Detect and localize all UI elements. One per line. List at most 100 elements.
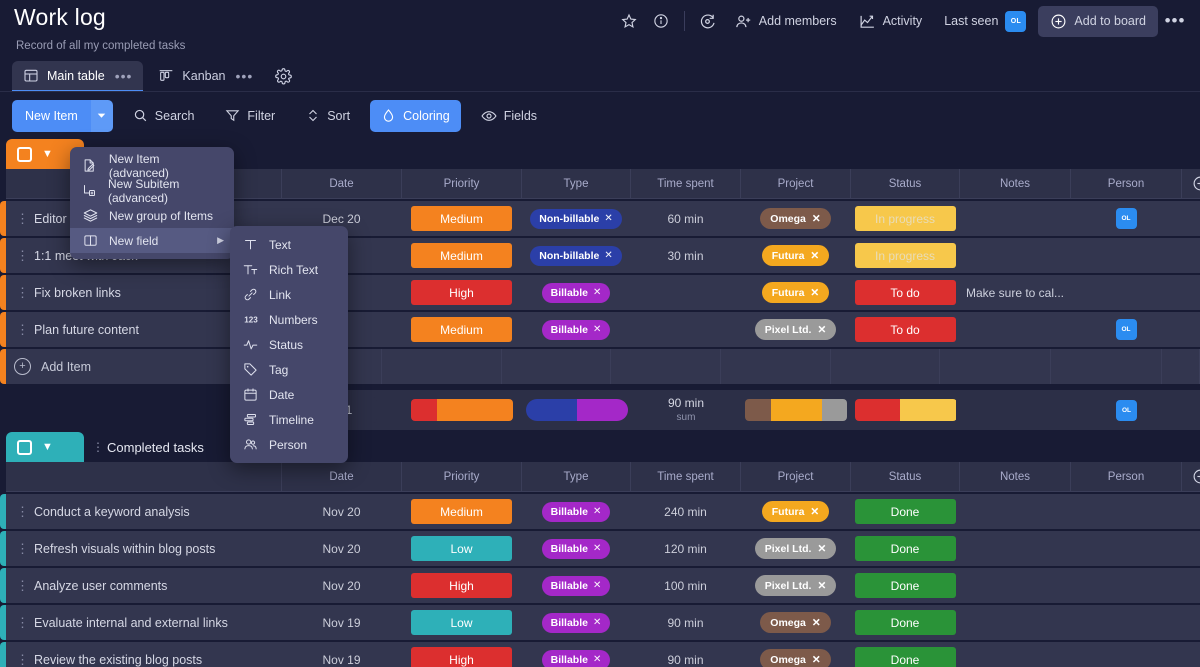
filter-button[interactable]: Filter xyxy=(214,100,286,132)
cell-priority[interactable]: Medium xyxy=(402,494,522,529)
cell-date[interactable]: Nov 20 xyxy=(282,494,402,529)
add-members-button[interactable]: Add members xyxy=(725,5,847,37)
column-header-notes[interactable]: Notes xyxy=(960,169,1071,199)
menu-item-text[interactable]: Text xyxy=(230,232,348,257)
remove-tag-icon[interactable]: ✕ xyxy=(593,654,601,665)
remove-tag-icon[interactable]: ✕ xyxy=(593,543,601,554)
new-item-dropdown-arrow-icon[interactable] xyxy=(90,99,113,132)
remove-tag-icon[interactable]: ✕ xyxy=(817,543,826,555)
cell-type[interactable]: Billable ✕ xyxy=(522,605,631,640)
cell-type[interactable]: Non-billable ✕ xyxy=(522,238,631,273)
cell-notes[interactable] xyxy=(960,531,1071,566)
search-button[interactable]: Search xyxy=(122,100,206,132)
column-header-date[interactable]: Date xyxy=(282,462,402,492)
row-menu-icon[interactable]: ⋮ xyxy=(16,505,29,518)
group-checkbox[interactable] xyxy=(17,146,32,162)
column-header-priority[interactable]: Priority xyxy=(402,462,522,492)
remove-tag-icon[interactable]: ✕ xyxy=(810,250,819,262)
menu-item-tag[interactable]: Tag xyxy=(230,357,348,382)
cell-date[interactable]: Nov 20 xyxy=(282,531,402,566)
cell-time-spent[interactable]: 240 min xyxy=(631,494,741,529)
cell-type[interactable]: Billable ✕ xyxy=(522,642,631,667)
summary-type[interactable] xyxy=(522,390,631,430)
table-row[interactable]: ⋮ Plan future content Medium Billable ✕ Pixel… xyxy=(0,312,1200,347)
summary-project[interactable] xyxy=(741,390,851,430)
tab-main-table-menu-icon[interactable]: ••• xyxy=(115,68,133,84)
cell-notes[interactable]: Make sure to cal... xyxy=(960,275,1071,310)
cell-status[interactable]: Done xyxy=(851,531,960,566)
remove-tag-icon[interactable]: ✕ xyxy=(593,324,601,335)
column-header-date[interactable]: Date xyxy=(282,169,402,199)
tab-main-table[interactable]: Main table ••• xyxy=(12,61,144,92)
new-item-button[interactable]: New Item xyxy=(12,99,91,132)
summary-time[interactable]: 90 min sum xyxy=(631,390,741,430)
table-row[interactable]: ⋮ Conduct a keyword analysis Nov 20 Medium B… xyxy=(0,494,1200,529)
board-more-menu-icon[interactable]: ••• xyxy=(1160,6,1190,36)
cell-project[interactable]: Pixel Ltd. ✕ xyxy=(741,568,851,603)
cell-status[interactable]: Done xyxy=(851,642,960,667)
row-menu-icon[interactable]: ⋮ xyxy=(16,616,29,629)
cell-priority[interactable]: Medium xyxy=(402,201,522,236)
table-row[interactable]: ⋮ Review the existing blog posts Nov 19 Hig… xyxy=(0,642,1200,667)
cell-type[interactable]: Billable ✕ xyxy=(522,568,631,603)
cell-person[interactable] xyxy=(1071,568,1182,603)
cell-status[interactable]: In progress xyxy=(851,238,960,273)
column-header-time-spent[interactable]: Time spent xyxy=(631,462,741,492)
column-header-person[interactable]: Person xyxy=(1071,462,1182,492)
add-to-board-button[interactable]: Add to board xyxy=(1038,5,1158,37)
cell-date[interactable]: Nov 20 xyxy=(282,568,402,603)
menu-item-new-group-of-items[interactable]: New group of Items xyxy=(70,203,234,228)
cell-notes[interactable] xyxy=(960,494,1071,529)
cell-time-spent[interactable]: 90 min xyxy=(631,605,741,640)
info-icon[interactable] xyxy=(646,6,676,36)
cell-priority[interactable]: Medium xyxy=(402,238,522,273)
cell-time-spent[interactable]: 90 min xyxy=(631,642,741,667)
column-header-project[interactable]: Project xyxy=(741,462,851,492)
remove-tag-icon[interactable]: ✕ xyxy=(593,506,601,517)
cell-project[interactable]: Omega ✕ xyxy=(741,605,851,640)
cell-priority[interactable]: Low xyxy=(402,531,522,566)
table-row[interactable]: ⋮ Evaluate internal and external links Nov… xyxy=(0,605,1200,640)
row-name-cell[interactable]: ⋮ Refresh visuals within blog posts xyxy=(6,531,282,566)
row-name-cell[interactable]: ⋮ Review the existing blog posts xyxy=(6,642,282,667)
cell-status[interactable]: Done xyxy=(851,568,960,603)
add-column-button[interactable] xyxy=(1182,462,1200,492)
row-name-cell[interactable]: ⋮ Evaluate internal and external links xyxy=(6,605,282,640)
add-column-button[interactable] xyxy=(1182,169,1200,199)
cell-time-spent[interactable] xyxy=(631,275,741,310)
column-header-status[interactable]: Status xyxy=(851,169,960,199)
group-drag-handle[interactable]: ⋮ xyxy=(92,440,104,454)
cell-project[interactable]: Omega ✕ xyxy=(741,642,851,667)
summary-priority[interactable] xyxy=(402,390,522,430)
remove-tag-icon[interactable]: ✕ xyxy=(593,287,601,298)
row-menu-icon[interactable]: ⋮ xyxy=(16,249,29,262)
menu-item-status[interactable]: Status xyxy=(230,332,348,357)
remove-tag-icon[interactable]: ✕ xyxy=(593,580,601,591)
fields-button[interactable]: Fields xyxy=(470,100,548,132)
table-row[interactable]: ⋮ Analyze user comments Nov 20 High Billable… xyxy=(0,568,1200,603)
menu-item-new-field[interactable]: New field ▶ xyxy=(70,228,234,253)
cell-type[interactable]: Billable ✕ xyxy=(522,312,631,347)
view-settings-gear-icon[interactable] xyxy=(268,61,298,91)
sort-button[interactable]: Sort xyxy=(295,100,361,132)
group-title[interactable]: Completed tasks xyxy=(107,440,204,455)
remove-tag-icon[interactable]: ✕ xyxy=(604,250,612,261)
group-checkbox[interactable] xyxy=(17,439,32,455)
remove-tag-icon[interactable]: ✕ xyxy=(810,287,819,299)
menu-item-new-subitem-advanced[interactable]: New Subitem (advanced) xyxy=(70,177,234,205)
group-select-toggle[interactable]: ▼ xyxy=(6,432,84,462)
row-menu-icon[interactable]: ⋮ xyxy=(16,542,29,555)
menu-item-rich-text[interactable]: Rich Text xyxy=(230,257,348,282)
cell-date[interactable]: Nov 19 xyxy=(282,642,402,667)
remove-tag-icon[interactable]: ✕ xyxy=(817,324,826,336)
cell-project[interactable]: Futura ✕ xyxy=(741,238,851,273)
menu-item-numbers[interactable]: 123 Numbers xyxy=(230,307,348,332)
remove-tag-icon[interactable]: ✕ xyxy=(812,654,821,666)
cell-person[interactable] xyxy=(1071,494,1182,529)
cell-notes[interactable] xyxy=(960,238,1071,273)
remove-tag-icon[interactable]: ✕ xyxy=(604,213,612,224)
tab-kanban-menu-icon[interactable]: ••• xyxy=(236,68,254,84)
column-header-time-spent[interactable]: Time spent xyxy=(631,169,741,199)
cell-type[interactable]: Billable ✕ xyxy=(522,275,631,310)
cell-project[interactable]: Futura ✕ xyxy=(741,275,851,310)
